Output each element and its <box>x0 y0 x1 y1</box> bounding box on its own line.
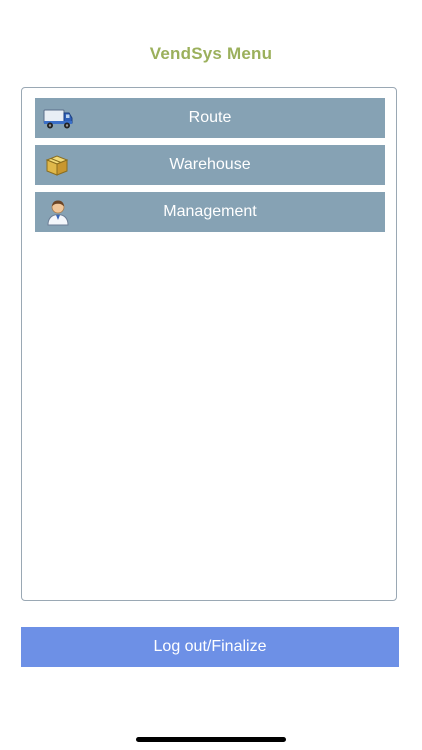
menu-panel: Route Warehouse Management <box>21 87 397 601</box>
page-title: VendSys Menu <box>149 44 273 63</box>
menu-item-warehouse[interactable]: Warehouse <box>35 145 385 185</box>
menu-item-warehouse-label: Warehouse <box>169 156 251 173</box>
home-indicator[interactable] <box>136 737 286 742</box>
logout-finalize-button[interactable]: Log out/Finalize <box>21 627 399 667</box>
menu-item-route[interactable]: Route <box>35 98 385 138</box>
menu-item-management-label: Management <box>163 203 257 220</box>
menu-item-route-label: Route <box>188 109 232 126</box>
menu-item-management[interactable]: Management <box>35 192 385 232</box>
